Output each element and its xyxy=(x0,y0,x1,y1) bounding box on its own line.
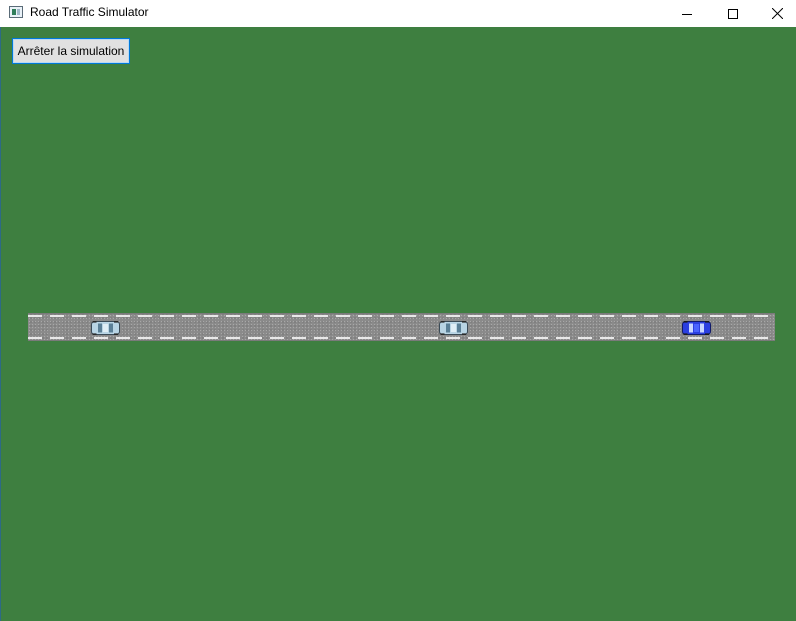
car-1 xyxy=(91,321,120,335)
stop-simulation-button[interactable]: Arrêter la simulation xyxy=(12,38,130,64)
car-2 xyxy=(439,321,468,335)
maximize-button[interactable] xyxy=(710,0,756,27)
app-window: Road Traffic Simulator Arrêter la simula… xyxy=(0,0,796,621)
lane-marking-bottom xyxy=(28,337,775,339)
car-icon xyxy=(439,321,468,335)
car-icon xyxy=(91,321,120,335)
car-icon xyxy=(682,321,711,335)
simulation-canvas: Arrêter la simulation xyxy=(0,27,796,621)
app-icon xyxy=(9,6,23,18)
close-icon xyxy=(771,8,783,19)
lane-marking-top xyxy=(28,315,775,317)
close-button[interactable] xyxy=(754,0,796,27)
minimize-icon xyxy=(682,13,692,15)
minimize-button[interactable] xyxy=(664,0,710,27)
road xyxy=(28,313,775,341)
maximize-icon xyxy=(728,8,738,19)
car-3 xyxy=(682,321,711,335)
title-bar[interactable]: Road Traffic Simulator xyxy=(0,0,796,27)
window-title: Road Traffic Simulator xyxy=(30,5,149,19)
